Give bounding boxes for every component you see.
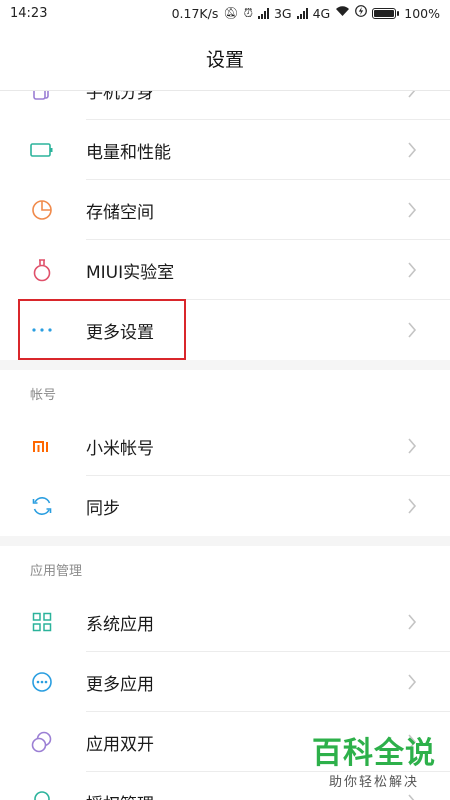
network-speed: 0.17K/s [171,5,219,21]
settings-item-phone-clone[interactable]: 手机分身 [0,90,450,120]
chevron-right-icon [404,794,420,800]
settings-item-label: 更多应用 [86,674,154,695]
battery-outline-icon [30,138,54,162]
wifi-icon [335,5,350,21]
charging-icon [355,5,368,21]
settings-item-label: 应用双开 [86,734,154,755]
signal-icon-2 [296,7,308,19]
network-type-1: 3G [273,5,292,21]
settings-item-more-apps[interactable]: 更多应用 [0,652,450,712]
chevron-right-icon [404,438,420,454]
settings-item-label: 电量和性能 [86,142,171,163]
page-title-bar: 设置 [0,26,450,91]
settings-item-more-settings[interactable]: 更多设置 [0,300,450,360]
chevron-right-icon [404,202,420,218]
settings-item-battery-performance[interactable]: 电量和性能 [0,120,450,180]
settings-item-label: 更多设置 [86,322,154,343]
section-spacer [0,536,450,546]
settings-item-label: 小米帐号 [86,438,154,459]
chevron-right-icon [404,262,420,278]
signal-icon [257,7,269,19]
settings-item-miui-lab[interactable]: MIUI实验室 [0,240,450,300]
chevron-right-icon [404,142,420,158]
chevron-right-icon [404,90,420,98]
settings-item-mi-account[interactable]: 小米帐号 [0,416,450,476]
page-title: 设置 [205,48,244,71]
section-header-apps: 应用管理 [30,563,83,579]
watermark: 百科全说 助你轻松解决 [312,736,436,791]
settings-list[interactable]: 手机分身 电量和性能 存储空间 MIUI实验室 更多设置 帐号 小米帐号 同步 … [0,90,450,800]
grid-icon [30,610,54,634]
dual-circle-icon [30,730,54,754]
settings-item-label: 授权管理 [86,790,154,800]
settings-item-label: 手机分身 [86,90,154,103]
watermark-subtitle: 助你轻松解决 [328,775,419,790]
settings-item-system-apps[interactable]: 系统应用 [0,592,450,652]
sync-icon [30,494,54,518]
settings-item-label: 系统应用 [86,614,154,635]
pie-chart-icon [30,198,54,222]
settings-item-label: MIUI实验室 [86,262,175,283]
status-icons: 0.17K/s 🔕︎ ⏰︎ 3G 4G 100% [172,5,440,21]
mi-logo-icon [30,434,54,458]
chevron-right-icon [404,614,420,630]
status-bar: 14:23 0.17K/s 🔕︎ ⏰︎ 3G 4G 100% [0,0,450,26]
chevron-right-icon [404,498,420,514]
network-type-2: 4G [312,5,331,21]
settings-item-label: 存储空间 [86,202,154,223]
more-circle-icon [30,670,54,694]
phone-clone-icon [30,90,54,102]
chevron-right-icon [404,322,420,338]
settings-item-sync[interactable]: 同步 [0,476,450,536]
section-header-account: 帐号 [30,387,57,403]
battery-icon [372,7,400,19]
settings-item-storage[interactable]: 存储空间 [0,180,450,240]
watermark-title: 百科全说 [312,736,436,771]
status-time: 14:23 [10,5,48,21]
badge-icon [30,790,54,800]
alarm-icon: ⏰︎ [243,5,253,20]
more-dots-icon [30,318,54,342]
section-spacer [0,360,450,370]
settings-item-label: 同步 [86,498,120,519]
chevron-right-icon [404,674,420,690]
battery-level: 100% [404,5,440,21]
mute-icon: 🔕︎ [223,6,239,20]
flask-icon [30,258,54,282]
